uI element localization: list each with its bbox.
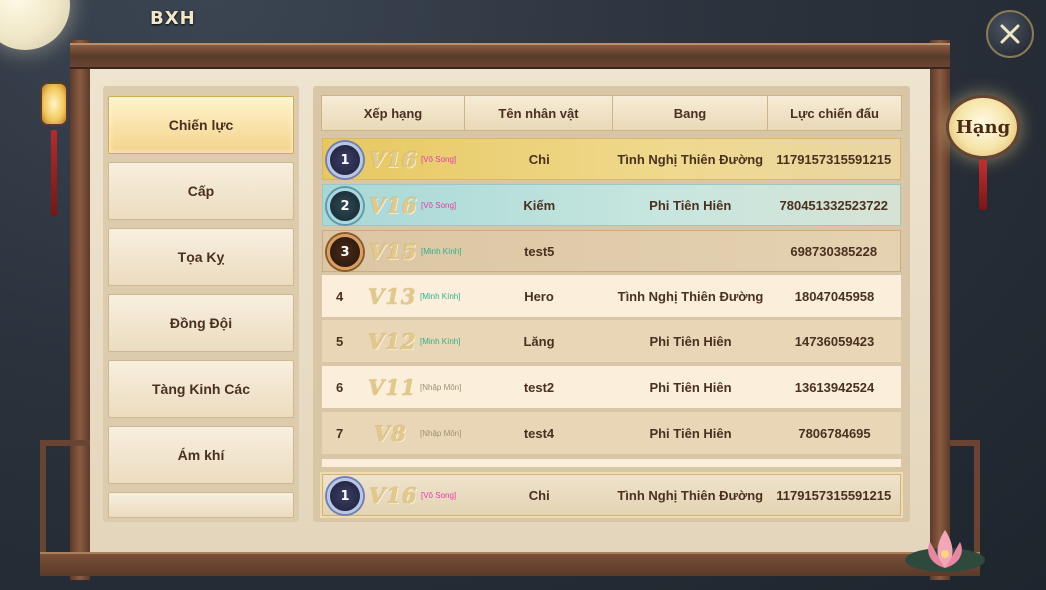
guild-name: Tình Nghị Thiên Đường [617,288,764,304]
tier-label: [Nhập Môn] [420,382,462,392]
category-chien-luc[interactable]: Chiến lực [108,96,294,154]
tier-label: [Nhập Môn] [420,428,462,438]
category-tang-kinh-cac[interactable]: Tàng Kinh Các [108,360,294,418]
frame-rail-left [40,440,90,570]
category-next-partial[interactable] [108,492,294,518]
player-name: test4 [523,425,555,441]
rank-medal-icon: 3 [327,234,363,270]
rank-number: 6 [336,379,344,395]
table-row-partial [322,459,901,467]
guild-name: Phi Tiên Hiên [649,425,732,441]
vip-level: V13 [368,283,417,309]
tier-label: [Minh Kính] [421,246,462,256]
vip-level: V8 [374,420,407,446]
rank-medal-icon: 1 [327,142,363,178]
rank-number: 5 [336,333,344,349]
player-name: Kiếm [523,197,556,213]
vip-level: V12 [368,328,417,354]
combat-power: 1179157315591215 [776,487,892,503]
vip-level: V11 [368,374,417,400]
category-cap[interactable]: Cấp [108,162,294,220]
rank-medal-icon: 2 [327,188,363,224]
window-title: BXH [150,8,196,29]
vip-level: V16 [369,146,418,172]
tier-label: [Vô Song] [421,154,457,164]
lantern-decoration [34,70,74,220]
combat-power: 13613942524 [794,379,875,395]
player-name: Chi [528,487,550,503]
tier-label: [Vô Song] [421,200,457,210]
player-name: Hero [524,288,554,304]
combat-power: 780451332523722 [779,197,888,213]
table-row[interactable]: 1 V16 [Vô Song] Chi Tình Nghị Thiên Đườn… [322,138,901,180]
rank-tab-button[interactable]: Hạng [946,95,1020,159]
combat-power: 14736059423 [794,333,875,349]
rank-number: 4 [336,288,344,304]
category-am-khi[interactable]: Ám khí [108,426,294,484]
guild-name [613,231,767,271]
category-toa-ky[interactable]: Tọa Kỵ [108,228,294,286]
combat-power: 7806784695 [798,425,871,441]
close-icon [1000,24,1020,44]
category-dong-doi[interactable]: Đồng Đội [108,294,294,352]
player-name: Lăng [523,333,555,349]
tier-label: [Vô Song] [421,490,457,500]
player-name: Chi [528,151,550,167]
col-name: Tên nhân vật [465,96,613,130]
vip-level: V15 [369,238,418,264]
col-rank: Xếp hạng [322,96,465,130]
table-header: Xếp hạng Tên nhân vật Bang Lực chiến đấu [321,95,902,131]
guild-name: Phi Tiên Hiên [649,197,732,213]
guild-name: Tình Nghị Thiên Đường [617,487,764,503]
combat-power: 18047045958 [794,288,875,304]
player-name: test2 [523,379,555,395]
table-row[interactable]: 2 V16 [Vô Song] Kiếm Phi Tiên Hiên 78045… [322,184,901,226]
lotus-decoration [905,530,985,572]
player-name: test5 [524,243,555,259]
table-row[interactable]: 7 V8 [Nhập Môn] test4 Phi Tiên Hiên 7806… [322,412,901,454]
col-guild: Bang [613,96,768,130]
frame-beam-bottom [40,552,980,576]
guild-name: Phi Tiên Hiên [649,379,732,395]
col-power: Lực chiến đấu [790,105,879,121]
close-button[interactable] [986,10,1034,58]
table-row[interactable]: 3 V15 [Minh Kính] test5 698730385228 [322,230,901,272]
rank-medal-icon: 1 [327,478,363,514]
tier-label: [Minh Kính] [420,336,461,346]
rank-number: 7 [336,425,344,441]
table-row[interactable]: 6 V11 [Nhập Môn] test2 Phi Tiên Hiên 136… [322,366,901,408]
combat-power: 698730385228 [790,243,878,259]
combat-power: 1179157315591215 [776,151,892,167]
moon-decoration [0,0,70,50]
vip-level: V16 [369,482,418,508]
frame-beam-top [70,43,950,69]
guild-name: Phi Tiên Hiên [649,333,732,349]
guild-name: Tình Nghị Thiên Đường [617,151,764,167]
tassel-decoration [979,160,987,210]
my-rank-row[interactable]: 1 V16 [Vô Song] Chi Tình Nghị Thiên Đườn… [322,474,901,516]
tier-label: [Minh Kính] [420,291,461,301]
table-row[interactable]: 4 V13 [Minh Kính] Hero Tình Nghị Thiên Đ… [322,275,901,317]
table-row[interactable]: 5 V12 [Minh Kính] Lăng Phi Tiên Hiên 147… [322,320,901,362]
vip-level: V16 [369,192,418,218]
